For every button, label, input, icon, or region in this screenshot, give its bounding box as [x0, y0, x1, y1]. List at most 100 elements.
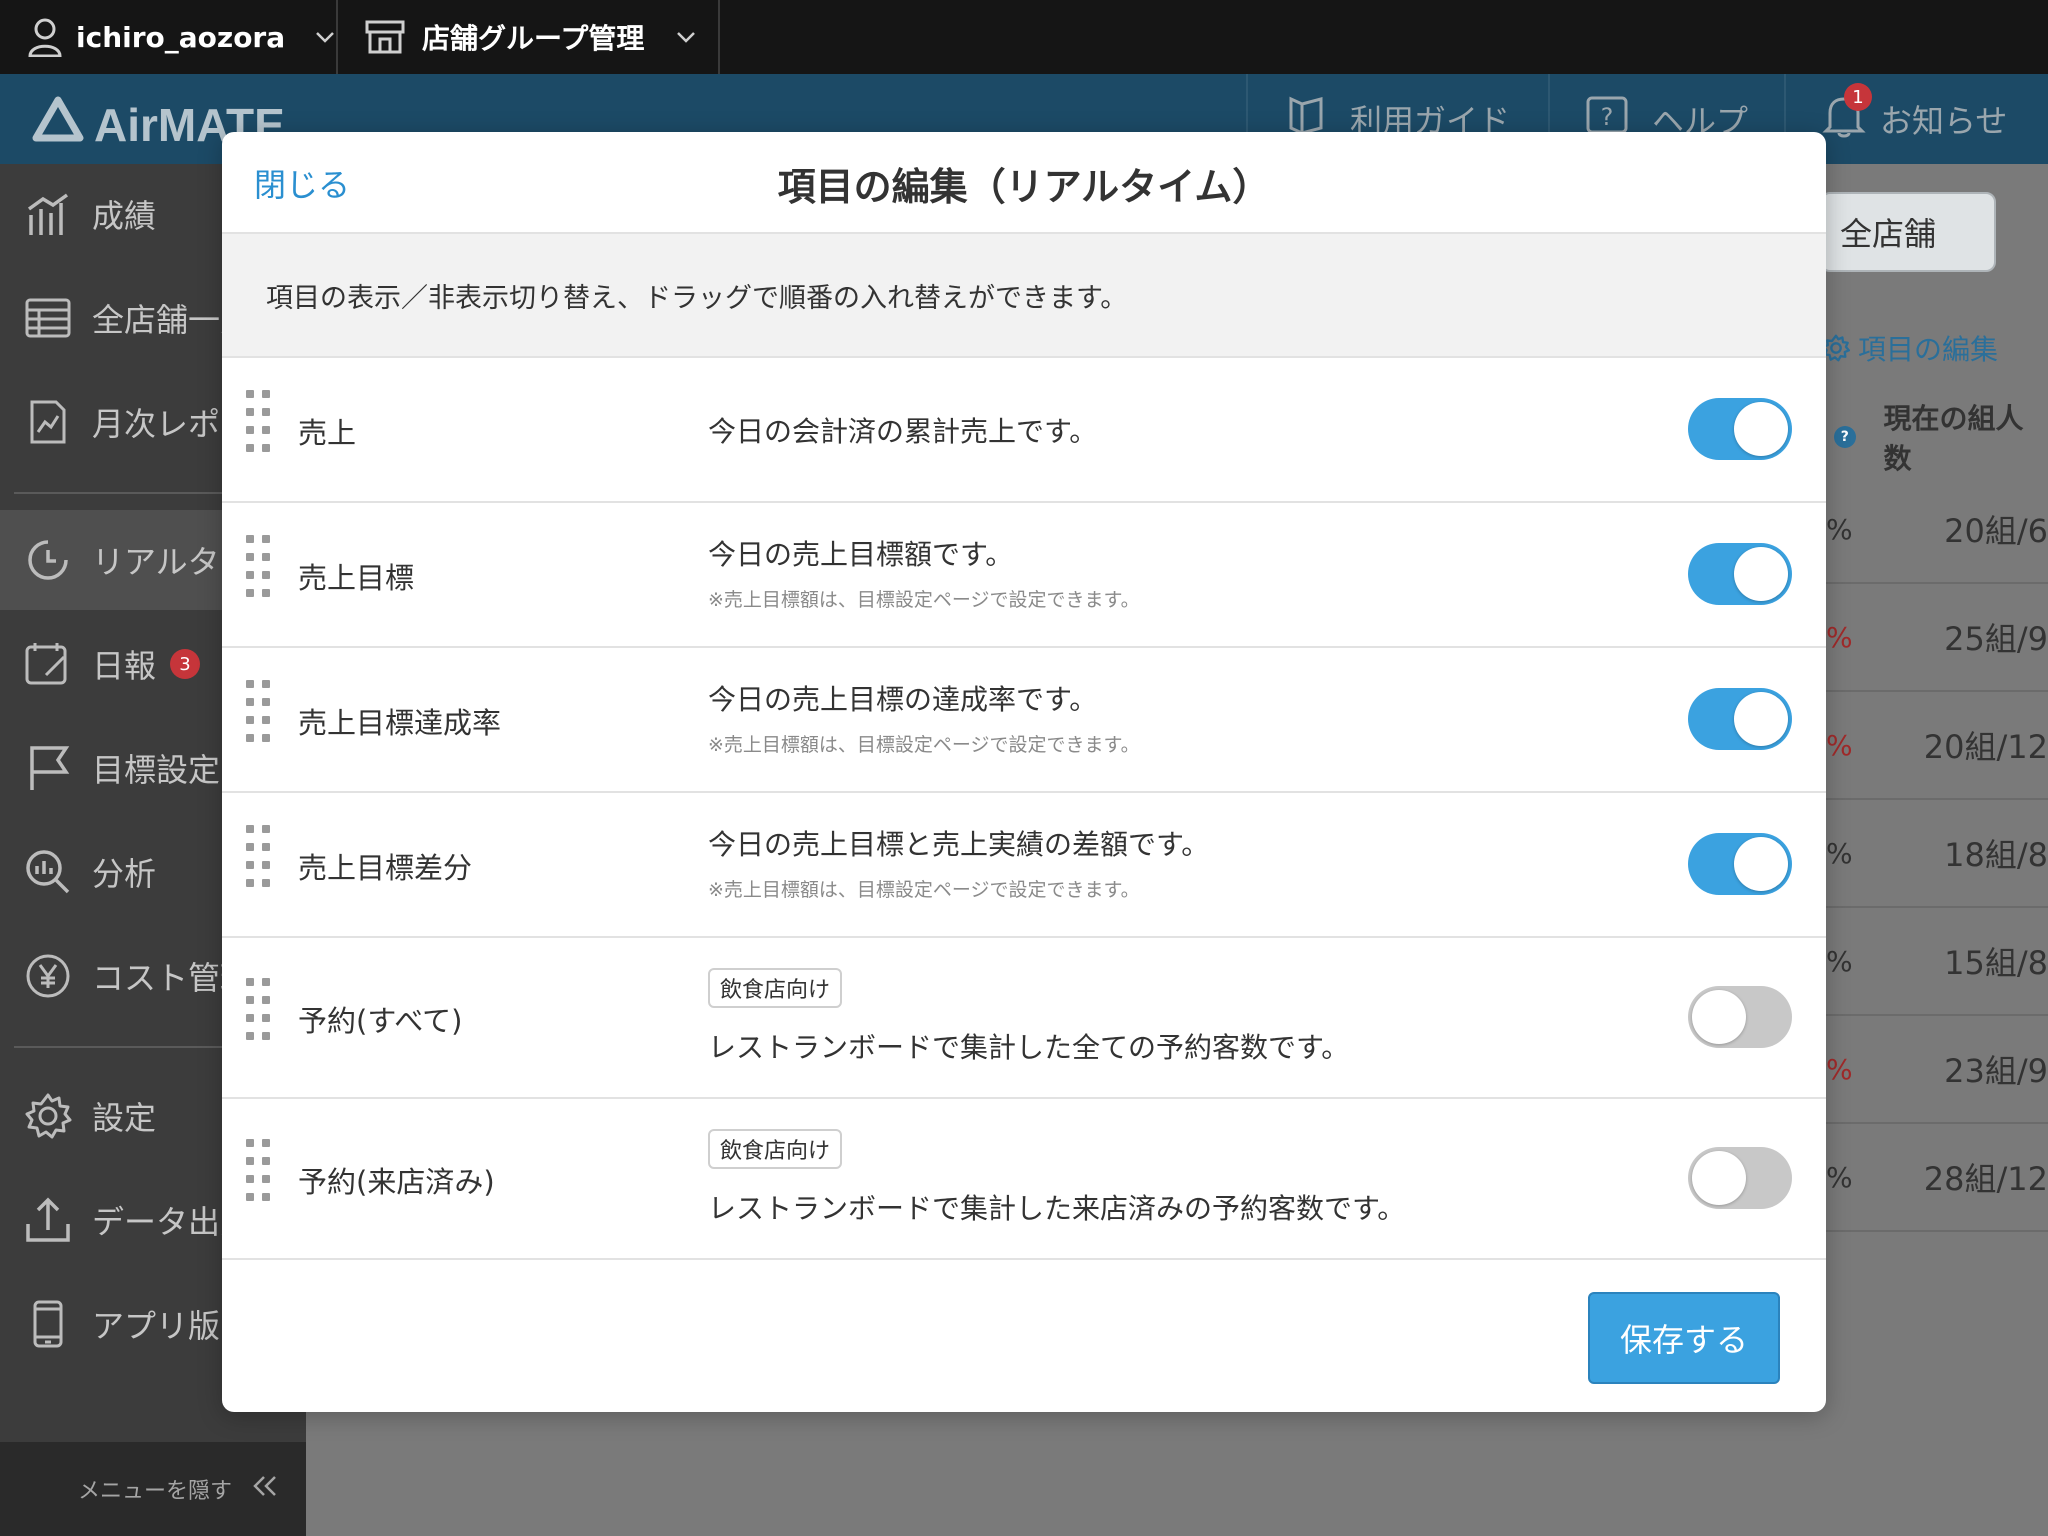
item-description: 今日の売上目標額です。 [708, 538, 1014, 571]
modal-header: 項目の編集（リアルタイム） 閉じる [222, 132, 1826, 234]
item-description: 今日の売上目標と売上実績の差額です。 [708, 828, 1210, 861]
percent-cell: % [1826, 512, 1853, 546]
store-group-label: 店舗グループ管理 [422, 22, 645, 55]
yen-icon [22, 950, 74, 1002]
drag-handle-icon[interactable] [246, 680, 270, 742]
store-group-menu[interactable]: 店舗グループ管理 [364, 0, 696, 74]
groups-cell: 20組/12 [1923, 728, 2048, 766]
sidebar-item-label: 目標設定 [92, 751, 221, 789]
visibility-toggle[interactable] [1688, 1147, 1792, 1209]
clock-icon [22, 534, 74, 586]
drag-handle-icon[interactable] [246, 390, 270, 452]
gear-icon [22, 1090, 74, 1142]
sidebar-item-label: 日報 [92, 647, 157, 685]
toggle-knob [1692, 990, 1746, 1044]
store-icon [364, 19, 406, 55]
column-header: ? 現在の組人数 [1830, 400, 2048, 475]
toggle-knob [1734, 692, 1788, 746]
hide-menu-button[interactable]: メニューを隠す [0, 1442, 306, 1536]
drag-handle-icon[interactable] [246, 535, 270, 597]
edit-items-modal: 項目の編集（リアルタイム） 閉じる 項目の表示／非表示切り替え、ドラッグで順番の… [222, 132, 1826, 1412]
groups-cell: 28組/12 [1923, 1160, 2048, 1198]
table-row: % 15組/8 [1826, 908, 2048, 1016]
drag-handle-icon[interactable] [246, 978, 270, 1040]
chevron-down-icon [676, 31, 696, 43]
item-description: レストランボードで集計した来店済みの予約客数です。 [708, 1192, 1406, 1225]
help-icon[interactable]: ? [1834, 426, 1856, 448]
calendar-edit-icon [22, 638, 74, 690]
save-button[interactable]: 保存する [1588, 1292, 1780, 1384]
percent-cell: % [1826, 836, 1853, 870]
percent-cell: % [1826, 1052, 1853, 1086]
edit-items-label: 項目の編集 [1858, 333, 1999, 366]
percent-cell: % [1826, 944, 1853, 978]
bell-icon: 1 [1822, 83, 1872, 147]
groups-cell: 23組/9 [1944, 1052, 2048, 1090]
item-description: 今日の売上目標の達成率です。 [708, 683, 1098, 716]
toggle-knob [1734, 547, 1788, 601]
drag-handle-icon[interactable] [246, 1139, 270, 1201]
item-row-reservations-visited[interactable]: 予約(来店済み) 飲食店向け レストランボードで集計した来店済みの予約客数です。 [222, 1099, 1826, 1260]
percent-cell: % [1826, 620, 1853, 654]
item-label: 予約(来店済み) [298, 1165, 495, 1199]
item-label: 売上 [298, 416, 357, 450]
close-button[interactable]: 閉じる [254, 160, 350, 206]
item-row-sales-target-diff[interactable]: 売上目標差分 今日の売上目標と売上実績の差額です。 ※売上目標額は、目標設定ペー… [222, 793, 1826, 938]
groups-cell: 18組/8 [1944, 836, 2048, 874]
item-note: ※売上目標額は、目標設定ページで設定できます。 [708, 734, 1140, 756]
edit-items-link[interactable]: 項目の編集 [1822, 328, 1998, 368]
item-label: 予約(すべて) [298, 1004, 463, 1038]
sidebar-item-label: 設定 [92, 1099, 157, 1137]
item-label: 売上目標差分 [298, 851, 473, 885]
username-label: ichiro_aozora [76, 20, 286, 54]
item-row-sales-target-rate[interactable]: 売上目標達成率 今日の売上目標の達成率です。 ※売上目標額は、目標設定ページで設… [222, 648, 1826, 793]
magnifier-chart-icon [22, 846, 74, 898]
groups-cell: 20組/6 [1944, 512, 2048, 550]
item-note: ※売上目標額は、目標設定ページで設定できます。 [708, 879, 1140, 901]
user-menu[interactable]: ichiro_aozora [28, 0, 335, 74]
item-row-reservations-all[interactable]: 予約(すべて) 飲食店向け レストランボードで集計した全ての予約客数です。 [222, 938, 1826, 1099]
percent-cell: % [1826, 728, 1853, 762]
table-icon [22, 292, 74, 344]
item-description: 今日の会計済の累計売上です。 [708, 415, 1098, 448]
groups-cell: 25組/9 [1944, 620, 2048, 658]
store-select[interactable]: 全店舗 [1820, 192, 1996, 272]
item-note: ※売上目標額は、目標設定ページで設定できます。 [708, 589, 1140, 611]
item-row-sales[interactable]: 売上 今日の会計済の累計売上です。 [222, 358, 1826, 503]
topbar-divider [336, 0, 338, 74]
store-select-label: 全店舗 [1840, 215, 1937, 253]
visibility-toggle[interactable] [1688, 986, 1792, 1048]
notice-link[interactable]: 1 お知らせ [1822, 74, 2007, 164]
daily-report-badge: 3 [170, 649, 201, 679]
sidebar-item-label: アプリ版 [92, 1307, 221, 1345]
sidebar-item-label: 分析 [92, 855, 157, 893]
notice-count-badge: 1 [1844, 83, 1872, 111]
notice-label: お知らせ [1880, 102, 2008, 140]
table-row: % 18組/8 [1826, 800, 2048, 908]
report-icon [22, 396, 74, 448]
item-label: 売上目標 [298, 561, 415, 595]
visibility-toggle[interactable] [1688, 833, 1792, 895]
visibility-toggle[interactable] [1688, 688, 1792, 750]
item-description: レストランボードで集計した全ての予約客数です。 [708, 1031, 1350, 1064]
table-row: % 20組/6 [1826, 476, 2048, 584]
toggle-knob [1734, 402, 1788, 456]
bar-chart-icon [22, 188, 74, 240]
visibility-toggle[interactable] [1688, 398, 1792, 460]
double-chevron-left-icon [252, 1475, 278, 1503]
drag-handle-icon[interactable] [246, 825, 270, 887]
chevron-down-icon [315, 31, 335, 43]
visibility-toggle[interactable] [1688, 543, 1792, 605]
restaurant-tag: 飲食店向け [708, 968, 843, 1008]
table-row: % 25組/9 [1826, 584, 2048, 692]
hide-menu-label: メニューを隠す [77, 1479, 232, 1504]
phone-icon [22, 1298, 74, 1350]
table-row: % 23組/9 [1826, 1016, 2048, 1124]
item-row-sales-target[interactable]: 売上目標 今日の売上目標額です。 ※売上目標額は、目標設定ページで設定できます。 [222, 503, 1826, 648]
sidebar-item-label: 成績 [92, 197, 157, 235]
percent-cell: % [1826, 1160, 1853, 1194]
restaurant-tag: 飲食店向け [708, 1129, 843, 1169]
table-row: % 28組/12 [1826, 1124, 2048, 1232]
table-row: % 20組/12 [1826, 692, 2048, 800]
groups-cell: 15組/8 [1944, 944, 2048, 982]
